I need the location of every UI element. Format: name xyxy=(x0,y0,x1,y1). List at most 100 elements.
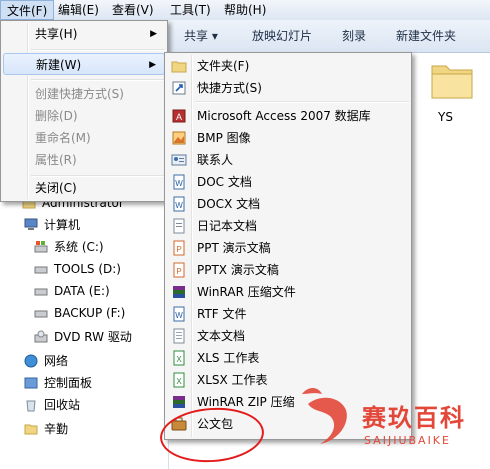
submenu-arrow-icon: ▶ xyxy=(149,60,156,70)
menu-file[interactable]: 文件(F) xyxy=(0,0,55,20)
menu-item-label: BMP 图像 xyxy=(197,131,251,145)
menu-item-label: DOCX 文档 xyxy=(197,197,261,211)
new-item-xls[interactable]: X XLS 工作表 xyxy=(167,347,409,369)
menu-item-label: 创建快捷方式(S) xyxy=(35,87,124,101)
new-item-docx[interactable]: W DOCX 文档 xyxy=(167,193,409,215)
pptx-icon: P xyxy=(173,262,185,278)
docx-icon: W xyxy=(173,196,185,212)
menu-tools[interactable]: 工具(T) xyxy=(164,0,217,20)
menu-item-label: 关闭(C) xyxy=(35,181,77,195)
menu-item-label: 共享(H) xyxy=(35,27,78,41)
system-drive-icon xyxy=(34,241,48,253)
xls-icon: X xyxy=(173,350,185,366)
menu-item-label: XLS 工作表 xyxy=(197,351,260,365)
menu-bar: 文件(F) 编辑(E) 查看(V) 工具(T) 帮助(H) xyxy=(0,0,490,21)
menu-item-label: 文本文档 xyxy=(197,329,246,343)
menu-item-new[interactable]: 新建(W) ▶ xyxy=(3,53,165,75)
winrar-icon xyxy=(173,286,185,298)
menu-item-rename[interactable]: 重命名(M) xyxy=(3,127,165,149)
svg-text:P: P xyxy=(176,267,181,276)
file-menu: 共享(H) ▶ 新建(W) ▶ 创建快捷方式(S) 删除(D) 重命名(M) 属… xyxy=(0,20,168,202)
folder-icon[interactable] xyxy=(428,60,476,102)
menu-item-label: 文件夹(F) xyxy=(197,59,250,73)
svg-text:A: A xyxy=(176,112,182,122)
ppt-icon: P xyxy=(173,240,185,256)
watermark-subtitle: SAIJIUBAIKE xyxy=(364,434,451,447)
menu-item-label: PPT 演示文稿 xyxy=(197,241,271,255)
menu-item-label: 重命名(M) xyxy=(35,131,91,145)
new-item-text[interactable]: 文本文档 xyxy=(167,325,409,347)
menu-item-label: PPTX 演示文稿 xyxy=(197,263,279,277)
access-icon: A xyxy=(172,109,186,123)
new-item-shortcut[interactable]: 快捷方式(S) xyxy=(167,77,409,99)
menu-item-properties[interactable]: 属性(R) xyxy=(3,149,165,171)
svg-text:W: W xyxy=(175,179,183,188)
folder-icon xyxy=(24,424,38,435)
new-item-journal[interactable]: 日记本文档 xyxy=(167,215,409,237)
svg-text:X: X xyxy=(176,377,182,386)
menu-help[interactable]: 帮助(H) xyxy=(218,0,272,20)
menu-item-share[interactable]: 共享(H) ▶ xyxy=(3,23,165,45)
menu-view[interactable]: 查看(V) xyxy=(106,0,160,20)
new-item-access[interactable]: A Microsoft Access 2007 数据库 xyxy=(167,105,409,127)
nav-item-label: 网络 xyxy=(44,354,69,368)
menu-edit[interactable]: 编辑(E) xyxy=(52,0,105,20)
menu-item-label: XLSX 工作表 xyxy=(197,373,268,387)
drive-icon xyxy=(34,288,48,296)
share-button[interactable]: 共享 ▾ xyxy=(184,28,218,44)
menu-item-label: WinRAR 压缩文件 xyxy=(197,285,296,299)
menu-item-delete[interactable]: 删除(D) xyxy=(3,105,165,127)
contact-icon xyxy=(171,154,187,166)
nav-item-label: DATA (E:) xyxy=(54,284,110,298)
new-item-rtf[interactable]: W RTF 文件 xyxy=(167,303,409,325)
nav-item-label: 辛勤 xyxy=(44,422,69,436)
burn-button[interactable]: 刻录 xyxy=(342,28,366,44)
svg-text:W: W xyxy=(175,311,183,320)
winrar-zip-icon xyxy=(173,396,185,408)
nav-item-label: 控制面板 xyxy=(44,376,93,390)
menu-item-label: 新建(W) xyxy=(36,58,82,72)
new-item-bmp[interactable]: BMP 图像 xyxy=(167,127,409,149)
control-panel-icon xyxy=(24,377,38,389)
doc-icon: W xyxy=(173,174,185,190)
new-item-winrar[interactable]: WinRAR 压缩文件 xyxy=(167,281,409,303)
menu-item-create-shortcut[interactable]: 创建快捷方式(S) xyxy=(3,83,165,105)
new-item-pptx[interactable]: P PPTX 演示文稿 xyxy=(167,259,409,281)
menu-item-label: Microsoft Access 2007 数据库 xyxy=(197,109,371,123)
menu-item-label: 删除(D) xyxy=(35,109,78,123)
new-item-doc[interactable]: W DOC 文档 xyxy=(167,171,409,193)
drive-icon xyxy=(34,266,48,274)
xlsx-icon: X xyxy=(173,372,185,388)
shortcut-icon xyxy=(172,81,186,95)
menu-item-label: 日记本文档 xyxy=(197,219,258,233)
menu-separator xyxy=(31,49,165,51)
computer-icon xyxy=(24,218,38,230)
menu-item-label: DOC 文档 xyxy=(197,175,252,189)
journal-icon xyxy=(173,218,185,234)
nav-item-label: BACKUP (F:) xyxy=(54,306,126,320)
new-item-folder[interactable]: 文件夹(F) xyxy=(167,55,409,77)
drive-icon xyxy=(34,310,48,318)
new-folder-button[interactable]: 新建文件夹 xyxy=(396,28,456,44)
rtf-icon: W xyxy=(173,306,185,322)
menu-item-label: 快捷方式(S) xyxy=(197,81,262,95)
submenu-arrow-icon: ▶ xyxy=(150,29,157,39)
nav-item-label: 回收站 xyxy=(44,398,81,412)
nav-item-label: 计算机 xyxy=(44,218,81,232)
svg-text:P: P xyxy=(176,245,181,254)
nav-item-label: TOOLS (D:) xyxy=(54,262,121,276)
slideshow-button[interactable]: 放映幻灯片 xyxy=(252,28,312,44)
new-item-contact[interactable]: 联系人 xyxy=(167,149,409,171)
menu-item-label: 属性(R) xyxy=(35,153,77,167)
nav-item-label: 系统 (C:) xyxy=(54,240,104,254)
menu-item-label: 联系人 xyxy=(197,153,234,167)
menu-item-label: RTF 文件 xyxy=(197,307,247,321)
folder-icon xyxy=(171,61,187,73)
dvd-drive-icon xyxy=(34,330,48,343)
folder-label: YS xyxy=(438,110,453,124)
bmp-icon xyxy=(172,131,186,145)
new-item-ppt[interactable]: P PPT 演示文稿 xyxy=(167,237,409,259)
menu-separator xyxy=(31,79,165,81)
menu-item-close[interactable]: 关闭(C) xyxy=(3,177,165,199)
svg-text:X: X xyxy=(176,355,182,364)
